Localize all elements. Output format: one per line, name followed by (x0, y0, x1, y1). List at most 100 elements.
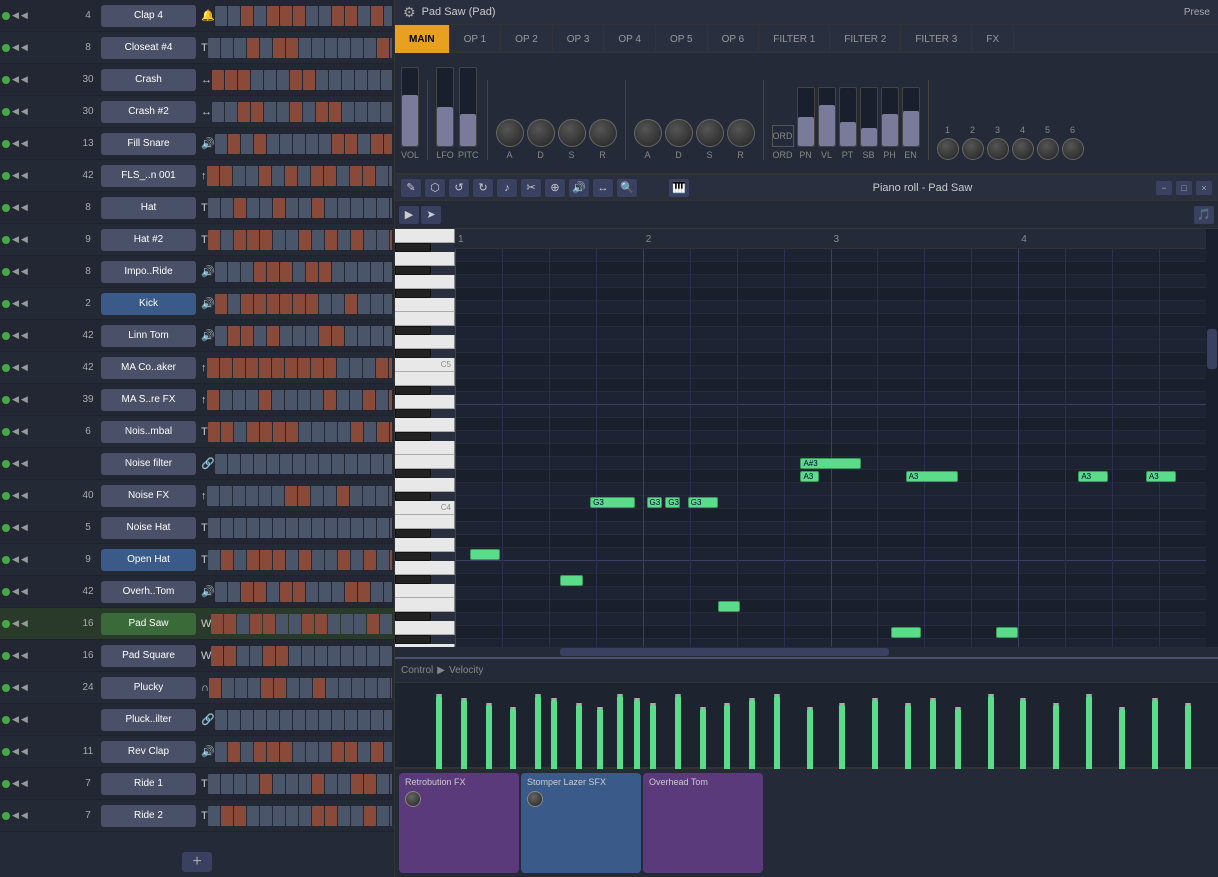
pattern-block[interactable] (280, 742, 292, 762)
piano-white-key[interactable] (395, 478, 455, 492)
pattern-block[interactable] (260, 518, 272, 538)
pattern-block[interactable] (324, 390, 336, 410)
vscroll-thumb[interactable] (1207, 329, 1217, 369)
mute-button[interactable] (2, 44, 10, 52)
pattern-block[interactable] (358, 134, 370, 154)
track-arrow-2[interactable]: ◀ (21, 170, 28, 181)
mute-button[interactable] (2, 716, 10, 724)
mute-button[interactable] (2, 236, 10, 244)
pattern-block[interactable] (221, 198, 233, 218)
track-name-button[interactable]: Linn Tom (101, 325, 196, 347)
track-arrow-1[interactable]: ◀ (12, 138, 19, 149)
pattern-block[interactable] (312, 230, 324, 250)
pattern-block[interactable] (324, 358, 336, 378)
pattern-block[interactable] (247, 774, 259, 794)
pattern-block[interactable] (345, 454, 357, 474)
piano-white-key[interactable] (395, 584, 455, 598)
pattern-block[interactable] (215, 326, 227, 346)
pattern-block[interactable] (233, 390, 245, 410)
minimize-button[interactable]: − (1156, 181, 1172, 195)
pattern-block[interactable] (267, 454, 279, 474)
pattern-block[interactable] (221, 38, 233, 58)
pattern-block[interactable] (389, 390, 393, 410)
mute-button[interactable] (2, 268, 10, 276)
pattern-block[interactable] (221, 806, 233, 826)
synth-tab-op3[interactable]: OP 3 (553, 25, 605, 53)
pattern-block[interactable] (306, 6, 318, 26)
pattern-block[interactable] (377, 422, 389, 442)
piano-black-key[interactable] (395, 635, 431, 644)
pattern-block[interactable] (299, 422, 311, 442)
track-row[interactable]: ◀◀6Nois..mbalT (0, 416, 394, 448)
track-arrow-1[interactable]: ◀ (12, 522, 19, 533)
track-row[interactable]: ◀◀7Ride 1T (0, 768, 394, 800)
pattern-block[interactable] (332, 326, 344, 346)
pattern-block[interactable] (384, 326, 392, 346)
piano-black-key[interactable] (395, 612, 431, 621)
pattern-block[interactable] (234, 230, 246, 250)
piano-black-key[interactable] (395, 243, 431, 252)
pattern-block[interactable] (273, 38, 285, 58)
pattern-block[interactable] (215, 262, 227, 282)
bottom-track-overhead[interactable]: Overhead Tom (643, 773, 763, 873)
pattern-block[interactable] (237, 614, 249, 634)
track-name-button[interactable]: FLS_..n 001 (101, 165, 196, 187)
track-arrow-2[interactable]: ◀ (21, 138, 28, 149)
pattern-block[interactable] (273, 774, 285, 794)
pattern-block[interactable] (221, 422, 233, 442)
pattern-block[interactable] (358, 454, 370, 474)
track-name-button[interactable]: Rev Clap (101, 741, 196, 763)
track-arrow-1[interactable]: ◀ (12, 714, 19, 725)
piano-roll-vscroll[interactable] (1206, 229, 1218, 647)
pattern-block[interactable] (208, 518, 220, 538)
pattern-block[interactable] (338, 230, 350, 250)
pattern-block[interactable] (254, 294, 266, 314)
pattern-block[interactable] (345, 6, 357, 26)
pattern-block[interactable] (313, 678, 325, 698)
mute-button[interactable] (2, 588, 10, 596)
pattern-block[interactable] (267, 326, 279, 346)
pattern-block[interactable] (254, 742, 266, 762)
track-arrow-2[interactable]: ◀ (21, 234, 28, 245)
pattern-block[interactable] (298, 358, 310, 378)
pattern-block[interactable] (241, 454, 253, 474)
pattern-block[interactable] (276, 646, 288, 666)
pattern-block[interactable] (228, 262, 240, 282)
pattern-block[interactable] (303, 70, 315, 90)
track-arrow-2[interactable]: ◀ (21, 106, 28, 117)
synth-tab-op4[interactable]: OP 4 (604, 25, 656, 53)
pattern-block[interactable] (377, 774, 389, 794)
pattern-block[interactable] (358, 6, 370, 26)
pattern-block[interactable] (352, 678, 364, 698)
track-name-button[interactable]: Pad Square (101, 645, 196, 667)
track-name-button[interactable]: Kick (101, 293, 196, 315)
pattern-block[interactable] (325, 198, 337, 218)
pattern-block[interactable] (341, 614, 353, 634)
pattern-block[interactable] (215, 710, 227, 730)
piano-note[interactable] (470, 549, 500, 560)
pattern-block[interactable] (241, 326, 253, 346)
pattern-block[interactable] (325, 422, 337, 442)
pattern-block[interactable] (354, 646, 366, 666)
pattern-block[interactable] (350, 390, 362, 410)
pattern-block[interactable] (371, 6, 383, 26)
pattern-block[interactable] (264, 70, 276, 90)
pattern-block[interactable] (311, 166, 323, 186)
pattern-block[interactable] (250, 614, 262, 634)
pattern-block[interactable] (350, 358, 362, 378)
pattern-block[interactable] (277, 102, 289, 122)
pattern-block[interactable] (300, 678, 312, 698)
track-arrow-2[interactable]: ◀ (21, 42, 28, 53)
pattern-block[interactable] (293, 326, 305, 346)
track-row[interactable]: ◀◀Pluck..ilter🔗 (0, 704, 394, 736)
pattern-block[interactable] (337, 166, 349, 186)
pattern-block[interactable] (237, 646, 249, 666)
track-arrow-1[interactable]: ◀ (12, 490, 19, 501)
pattern-block[interactable] (338, 518, 350, 538)
pattern-block[interactable] (241, 710, 253, 730)
pattern-block[interactable] (228, 582, 240, 602)
pattern-block[interactable] (390, 230, 392, 250)
track-arrow-1[interactable]: ◀ (12, 426, 19, 437)
track-name-button[interactable]: Pluck..ilter (101, 709, 196, 731)
mute-button[interactable] (2, 140, 10, 148)
